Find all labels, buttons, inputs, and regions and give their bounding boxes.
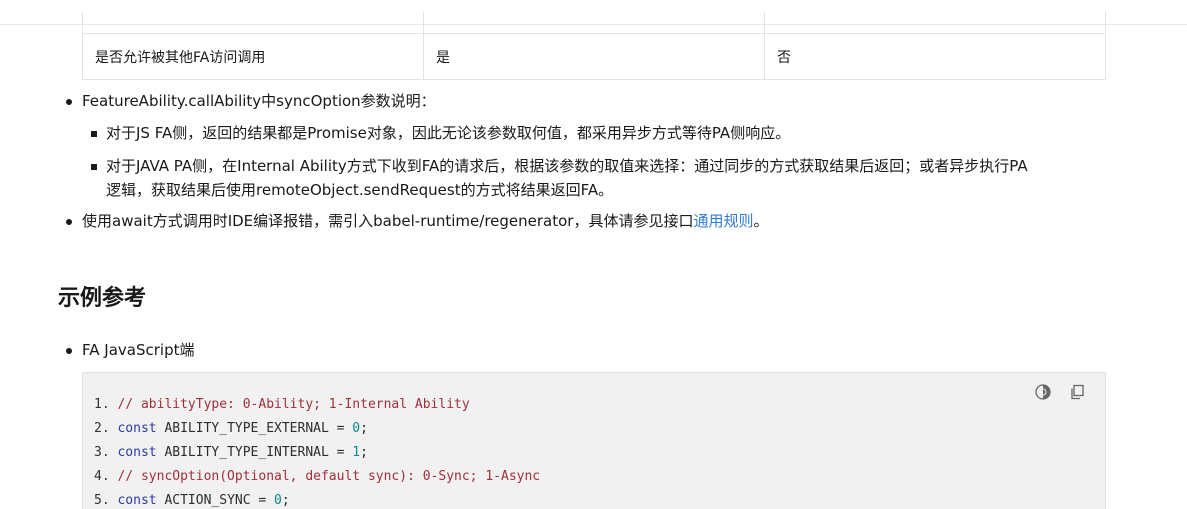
code-line: 5. const ACTION_SYNC = 0; — [94, 493, 290, 508]
list-item-text: 使用await方式调用时IDE编译报错，需引入babel-runtime/reg… — [82, 209, 769, 233]
list-item-text: 对于JAVA PA侧，在Internal Ability方式下收到FA的请求后，… — [106, 157, 1028, 175]
code-text: ABILITY_TYPE_INTERNAL = — [156, 445, 353, 460]
table-cell: 否 — [765, 34, 1106, 80]
doc-page: 是否允许被其他FA访问调用 是 否 FeatureAbility.callAbi… — [0, 0, 1187, 509]
table-cell — [82, 12, 424, 34]
code-line: 1. // abilityType: 0-Ability; 1-Internal… — [94, 397, 470, 412]
section-heading: 示例参考 — [58, 286, 147, 311]
code-number: 0 — [274, 493, 282, 508]
bullet-square-icon — [91, 131, 97, 137]
general-rules-link[interactable]: 通用规则 — [693, 212, 753, 230]
code-comment: // abilityType: 0-Ability; 1-Internal Ab… — [117, 397, 470, 412]
line-number: 1. — [94, 397, 110, 412]
table-cell — [424, 12, 765, 34]
line-number: 3. — [94, 445, 110, 460]
list-item-text: FA JavaScript端 — [82, 341, 195, 359]
list-item-text: FeatureAbility.callAbility中syncOption参数说… — [82, 92, 436, 110]
list-item-text: 对于JS FA侧，返回的结果都是Promise对象，因此无论该参数取何值，都采用… — [106, 124, 791, 142]
code-text: ; — [360, 445, 368, 460]
code-line: 2. const ABILITY_TYPE_EXTERNAL = 0; — [94, 421, 368, 436]
code-keyword: const — [117, 493, 157, 508]
theme-toggle-icon[interactable] — [1034, 383, 1052, 401]
table-row — [82, 12, 1106, 34]
list-item-text: 逻辑，获取结果后使用remoteObject.sendRequest的方式将结果… — [106, 181, 614, 199]
code-number: 1 — [352, 445, 361, 460]
bullet-square-icon — [91, 164, 97, 170]
code-keyword: const — [117, 445, 157, 460]
code-text: ; — [360, 421, 368, 436]
info-table: 是否允许被其他FA访问调用 是 否 — [82, 12, 1106, 80]
bullet-dot-icon — [66, 348, 72, 354]
copy-icon[interactable] — [1068, 383, 1086, 401]
table-cell: 是否允许被其他FA访问调用 — [82, 34, 424, 80]
line-number: 4. — [94, 469, 110, 484]
code-line: 3. const ABILITY_TYPE_INTERNAL = 1; — [94, 445, 368, 460]
list-item-text-suffix: 。 — [753, 212, 769, 230]
code-line: 4. // syncOption(Optional, default sync)… — [94, 469, 540, 484]
code-keyword: const — [117, 421, 157, 436]
code-text: ABILITY_TYPE_EXTERNAL = — [156, 421, 353, 436]
code-text: ACTION_SYNC = — [156, 493, 275, 508]
bullet-dot-icon — [66, 99, 72, 105]
table-cell — [765, 12, 1106, 34]
line-number: 2. — [94, 421, 110, 436]
code-block: 1. // abilityType: 0-Ability; 1-Internal… — [82, 372, 1106, 509]
code-comment: // syncOption(Optional, default sync): 0… — [117, 469, 541, 484]
line-number: 5. — [94, 493, 110, 508]
list-item-text-prefix: 使用await方式调用时IDE编译报错，需引入babel-runtime/reg… — [82, 212, 694, 230]
table-cell: 是 — [424, 34, 765, 80]
code-text: ; — [281, 493, 290, 508]
table-row: 是否允许被其他FA访问调用 是 否 — [82, 34, 1106, 80]
code-number: 0 — [352, 421, 361, 436]
bullet-dot-icon — [66, 219, 72, 225]
